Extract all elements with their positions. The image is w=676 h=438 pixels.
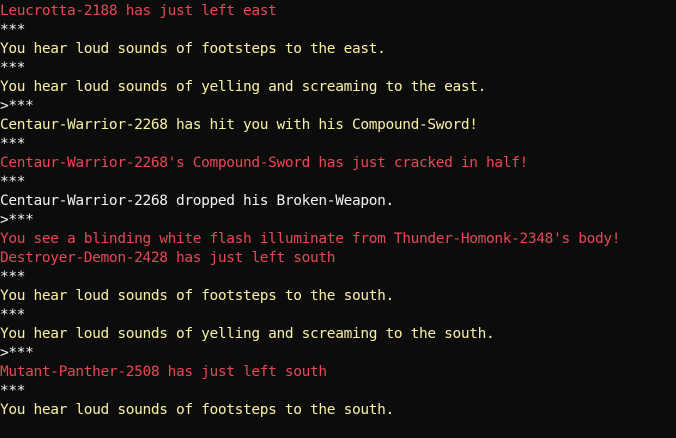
terminal-line: Centaur-Warrior-2268 has hit you with hi… bbox=[0, 117, 478, 133]
terminal-line: >*** bbox=[0, 212, 34, 228]
terminal-line: You hear loud sounds of footsteps to the… bbox=[0, 402, 394, 418]
terminal-line: *** bbox=[0, 136, 26, 152]
terminal-line: >*** bbox=[0, 345, 34, 361]
terminal-line: *** bbox=[0, 269, 26, 285]
terminal-line: *** bbox=[0, 383, 26, 399]
terminal-line: Destroyer-Demon-2428 has just left south bbox=[0, 250, 336, 266]
terminal-line: >*** bbox=[0, 98, 34, 114]
terminal-line: Centaur-Warrior-2268's Compound-Sword ha… bbox=[0, 155, 528, 171]
terminal-line: *** bbox=[0, 174, 26, 190]
terminal-line: *** bbox=[0, 22, 26, 38]
terminal-line: You hear loud sounds of yelling and scre… bbox=[0, 79, 487, 95]
terminal-line: You hear loud sounds of footsteps to the… bbox=[0, 288, 394, 304]
terminal-output[interactable]: Leucrotta-2188 has just left east *** Yo… bbox=[0, 0, 676, 438]
terminal-line: Mutant-Panther-2508 has just left south bbox=[0, 364, 327, 380]
terminal-line: You see a blinding white flash illuminat… bbox=[0, 231, 621, 247]
terminal-line: *** bbox=[0, 60, 26, 76]
terminal-line: Leucrotta-2188 has just left east bbox=[0, 3, 277, 19]
terminal-line: *** bbox=[0, 307, 26, 323]
terminal-line: You hear loud sounds of yelling and scre… bbox=[0, 326, 495, 342]
terminal-line: You hear loud sounds of footsteps to the… bbox=[0, 41, 386, 57]
terminal-line: Centaur-Warrior-2268 dropped his Broken-… bbox=[0, 193, 394, 209]
